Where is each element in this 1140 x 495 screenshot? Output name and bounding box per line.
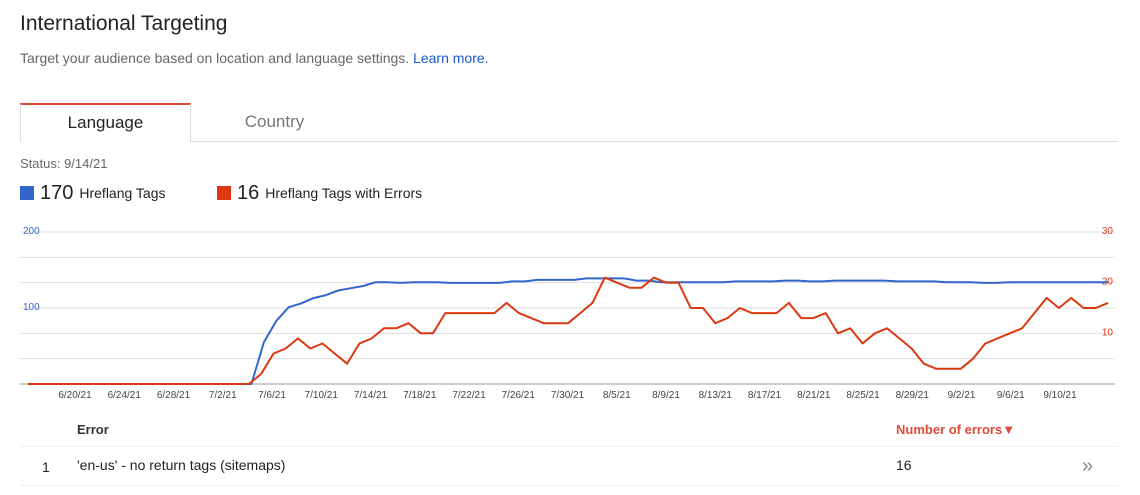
x-axis-tick-label: 9/10/21 [1043, 390, 1077, 401]
x-axis-tick-label: 8/21/21 [797, 390, 831, 401]
row-error-text: 'en-us' - no return tags (sitemaps) [77, 457, 286, 473]
tab-country[interactable]: Country [190, 103, 359, 141]
left-axis-tick-label: 100 [23, 302, 40, 313]
legend-value: 170 [40, 181, 74, 204]
chevron-double-right-icon[interactable]: » [1082, 455, 1093, 478]
x-axis-tick-label: 8/17/21 [748, 390, 782, 401]
series-line-hreflang-errors [28, 276, 1109, 385]
x-axis-tick-label: 7/30/21 [551, 390, 585, 401]
x-axis-tick-label: 6/24/21 [108, 390, 142, 401]
x-axis-tick-label: 7/18/21 [403, 390, 437, 401]
x-axis-tick-label: 6/20/21 [58, 390, 92, 401]
column-header-error: Error [77, 422, 109, 437]
x-axis-tick-label: 9/2/21 [948, 390, 976, 401]
legend-label: Hreflang Tags [79, 185, 166, 201]
x-axis-tick-label: 9/6/21 [997, 390, 1025, 401]
tab-bar: Language Country [20, 103, 1118, 142]
x-axis-tick-label: 8/13/21 [699, 390, 733, 401]
legend-item-hreflang-tags[interactable]: 170 Hreflang Tags [20, 180, 166, 206]
x-axis-tick-label: 7/6/21 [258, 390, 286, 401]
page-subtitle: Target your audience based on location a… [20, 50, 489, 66]
x-axis-tick-label: 7/22/21 [452, 390, 486, 401]
legend-swatch-blue [20, 186, 34, 200]
column-header-label: Number of errors [896, 422, 1003, 437]
x-axis-tick-label: 8/29/21 [896, 390, 930, 401]
table-row[interactable]: 1 'en-us' - no return tags (sitemaps) 16… [20, 447, 1118, 486]
errors-table: Error Number of errors▼ 1 'en-us' - no r… [20, 412, 1118, 486]
x-axis-tick-label: 7/10/21 [305, 390, 339, 401]
status-date: Status: 9/14/21 [20, 156, 108, 171]
row-error-count: 16 [896, 457, 912, 473]
legend-item-hreflang-errors[interactable]: 16 Hreflang Tags with Errors [217, 180, 422, 206]
left-axis-tick-label: 200 [23, 226, 40, 237]
x-axis-tick-label: 7/26/21 [502, 390, 536, 401]
page-title: International Targeting [20, 12, 228, 35]
right-axis-tick-label: 30 [1102, 226, 1114, 237]
sort-desc-icon: ▼ [1002, 422, 1016, 437]
tab-language[interactable]: Language [20, 103, 191, 142]
legend-value: 16 [237, 181, 260, 204]
legend-label: Hreflang Tags with Errors [265, 185, 423, 201]
x-axis-tick-label: 7/14/21 [354, 390, 388, 401]
legend-swatch-red [217, 186, 231, 200]
subtitle-text: Target your audience based on location a… [20, 50, 410, 66]
x-axis-tick-label: 8/25/21 [846, 390, 880, 401]
x-axis-tick-label: 8/9/21 [652, 390, 680, 401]
learn-more-link[interactable]: Learn more. [413, 50, 488, 66]
right-axis-tick-label: 10 [1102, 327, 1114, 338]
table-header: Error Number of errors▼ [20, 412, 1118, 447]
column-header-number-of-errors[interactable]: Number of errors▼ [896, 422, 1015, 437]
line-chart: 2001003020106/20/21 6/24/21 6/28/21 7/2/21 7… [20, 226, 1115, 401]
row-index: 1 [42, 459, 50, 475]
x-axis-tick-label: 8/5/21 [603, 390, 631, 401]
x-axis-tick-label: 6/28/21 [157, 390, 191, 401]
x-axis-tick-label: 7/2/21 [209, 390, 237, 401]
